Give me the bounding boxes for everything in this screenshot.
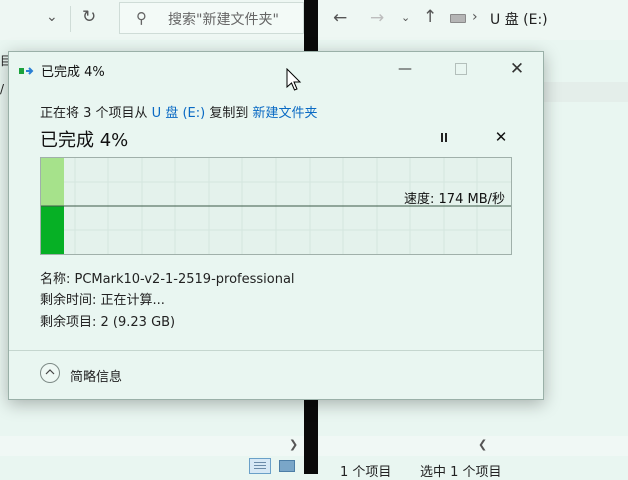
refresh-icon[interactable]: ↻ [82,7,96,27]
forward-arrow-icon[interactable]: → [370,8,384,28]
copy-progress-dialog: 已完成 4% — ✕ 正在将 3 个项目从 U 盘 (E:) 复制到 新建文件夹… [8,51,544,400]
copy-description: 正在将 3 个项目从 U 盘 (E:) 复制到 新建文件夹 [40,102,317,121]
progress-fill-speed [41,206,64,254]
cancel-button[interactable]: ✕ [490,126,512,148]
right-horizontal-scrollbar[interactable] [318,436,628,456]
breadcrumb-drive[interactable]: U 盘 (E:) [490,9,548,29]
toolbar-divider [70,6,71,32]
chevron-down-icon[interactable]: ⌄ [46,9,58,25]
file-name: 名称: PCMark10-v2-1-2519-professional [40,272,295,287]
progress-heading: 已完成 4% [40,130,129,151]
right-window-header-strip [544,82,628,102]
pause-button[interactable] [434,127,454,147]
dialog-title: 已完成 4% [41,65,105,80]
status-selected-count: 选中 1 个项目 [420,465,502,480]
search-box[interactable]: ⚲ 搜索"新建文件夹" [119,2,304,34]
recent-locations-chevron-icon[interactable]: ⌄ [401,11,410,24]
minimize-button[interactable]: — [390,54,420,84]
fewer-details-label[interactable]: 简略信息 [70,366,122,385]
maximize-button[interactable] [446,54,476,84]
scroll-right-icon[interactable]: ❯ [289,438,298,451]
search-icon: ⚲ [136,9,147,27]
left-horizontal-scrollbar[interactable] [0,436,304,456]
copy-description-prefix: 正在将 3 个项目从 [40,106,152,121]
fewer-details-button[interactable] [40,363,60,383]
scroll-left-icon[interactable]: ❮ [478,438,487,451]
search-input[interactable]: 搜索"新建文件夹" [168,9,279,29]
speed-label: 速度: 174 MB/秒 [404,192,505,207]
large-icons-view-icon[interactable] [279,460,295,472]
left-window-edge-text-2: / [0,82,5,96]
copy-icon [19,67,34,75]
copy-description-middle: 复制到 [205,106,253,121]
drive-icon [450,14,466,23]
close-button[interactable]: ✕ [499,54,535,84]
time-remaining: 剩余时间: 正在计算... [40,293,165,308]
up-arrow-icon[interactable]: ↑ [423,7,437,27]
mouse-cursor-icon [286,68,302,91]
destination-link[interactable]: 新建文件夹 [252,106,317,121]
breadcrumb-chevron-icon[interactable]: › [472,9,478,25]
dialog-separator [9,350,543,351]
details-view-icon[interactable] [249,458,271,474]
transfer-speed-graph: 速度: 174 MB/秒 [40,157,512,255]
back-arrow-icon[interactable]: ← [333,8,347,28]
chevron-up-icon [45,369,55,375]
items-remaining: 剩余项目: 2 (9.23 GB) [40,315,176,330]
source-link[interactable]: U 盘 (E:) [152,106,206,121]
status-item-count: 1 个项目 [340,465,392,480]
